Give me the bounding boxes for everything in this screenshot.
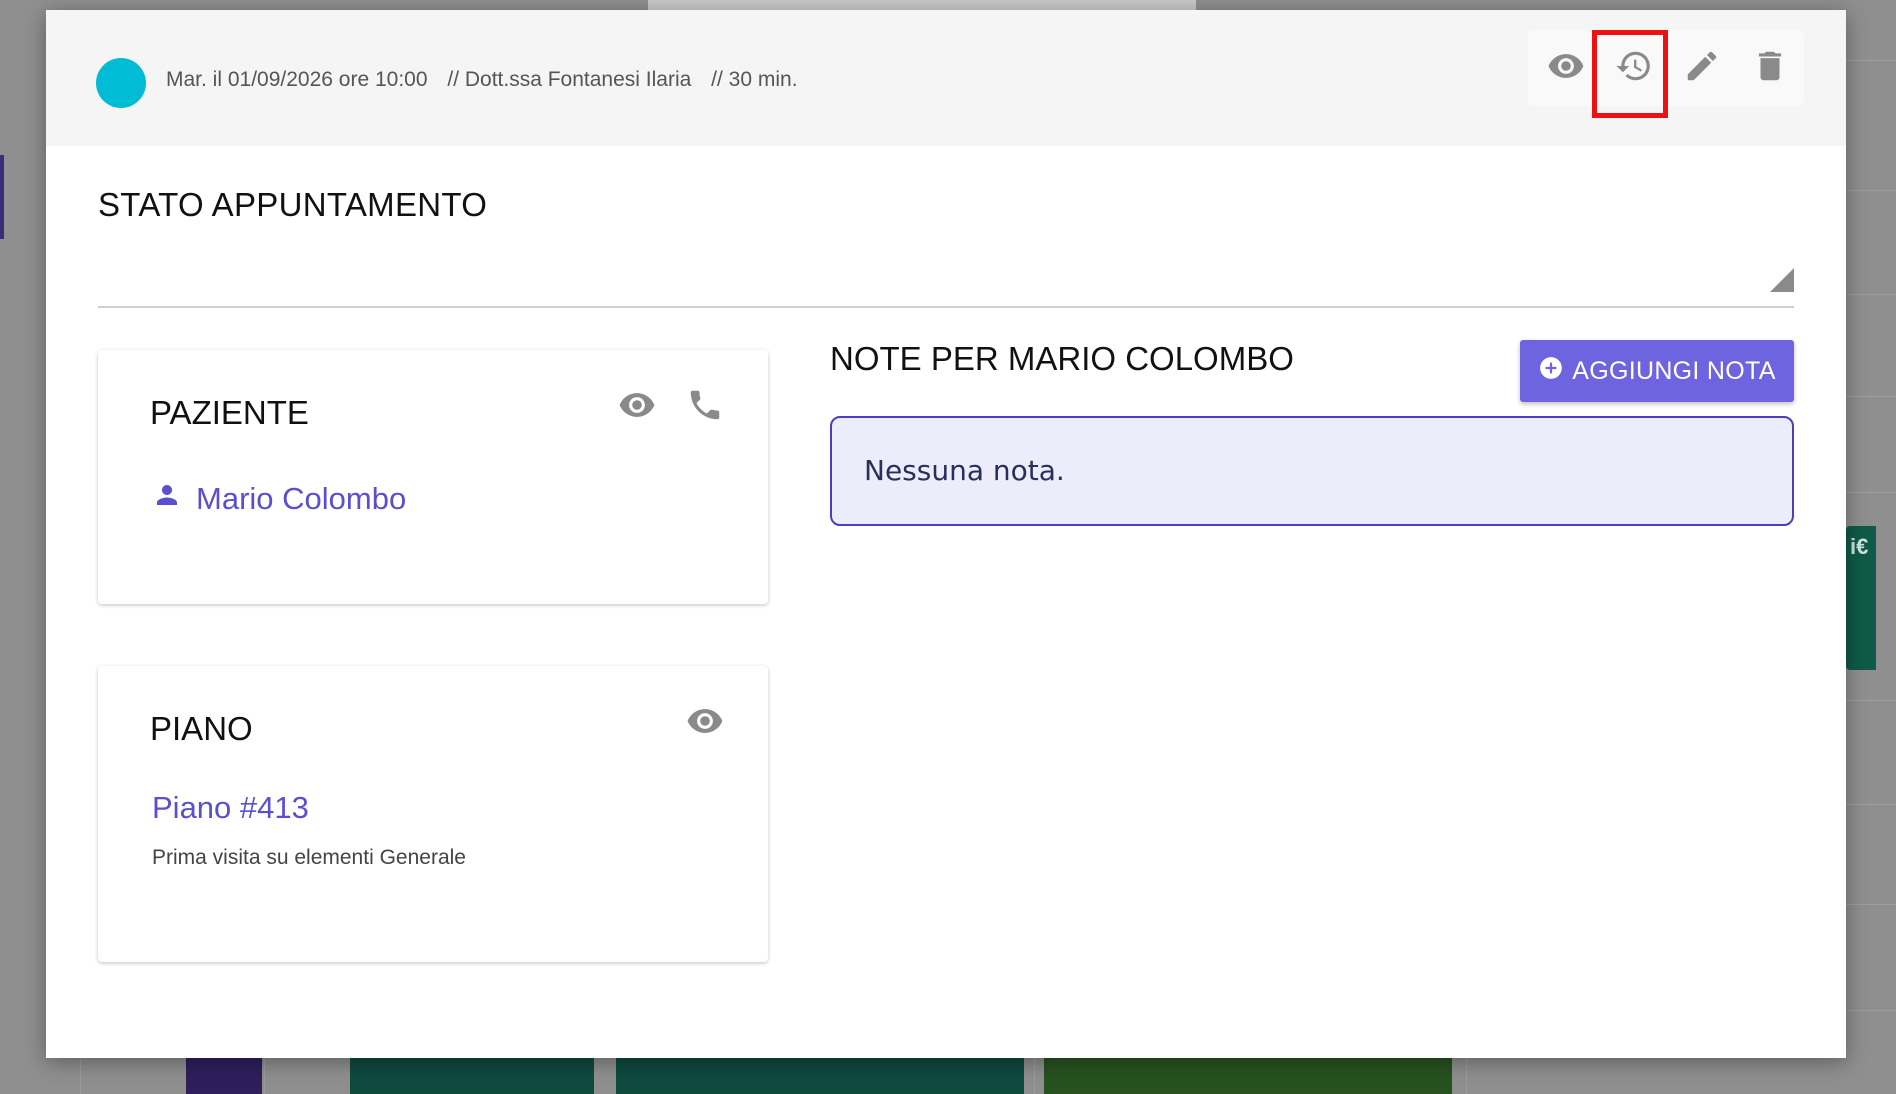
background-gridline <box>1846 904 1896 905</box>
plan-description: Prima visita su elementi Generale <box>152 846 466 869</box>
add-note-button[interactable]: AGGIUNGI NOTA <box>1520 340 1794 402</box>
background-gridline <box>1846 294 1896 295</box>
state-title: STATO APPUNTAMENTO <box>98 186 488 223</box>
appointment-doctor: // Dott.ssa Fontanesi Ilaria <box>447 68 692 91</box>
background-event-badge: i€ <box>1850 534 1869 559</box>
resize-handle-icon[interactable] <box>1770 268 1794 292</box>
delete-button[interactable] <box>1740 38 1800 98</box>
background-gridline <box>1846 190 1896 191</box>
plan-view-button[interactable] <box>686 702 724 745</box>
background-event <box>616 1058 1024 1094</box>
patient-card: PAZIENTE Mario Colombo <box>98 350 768 604</box>
background-gridline <box>1846 60 1896 61</box>
plan-card-title: PIANO <box>150 710 253 747</box>
appointment-date: Mar. il 01/09/2026 ore 10:00 <box>166 68 428 91</box>
plan-card: PIANO Piano #413 Prima visita su element… <box>98 666 768 962</box>
pencil-icon <box>1683 47 1721 90</box>
notes-title: NOTE PER MARIO COLOMBO <box>830 340 1294 377</box>
phone-icon <box>686 390 724 428</box>
history-icon <box>1615 47 1653 90</box>
patient-call-button[interactable] <box>686 386 724 429</box>
header-toolbar <box>1528 30 1804 106</box>
background-calendar-tab <box>648 0 1196 10</box>
eye-icon <box>618 393 656 428</box>
background-gridline <box>1846 396 1896 397</box>
plan-link[interactable]: Piano #413 <box>152 790 309 826</box>
patient-view-button[interactable] <box>618 386 656 429</box>
background-gridline <box>1846 804 1896 805</box>
state-textarea[interactable] <box>98 250 1794 308</box>
appointment-dialog: Mar. il 01/09/2026 ore 10:00 // Dott.ssa… <box>46 10 1846 1058</box>
background-event <box>1044 1058 1452 1094</box>
person-icon <box>152 480 196 518</box>
eye-icon <box>686 709 724 744</box>
history-button[interactable] <box>1604 38 1664 98</box>
plus-circle-icon <box>1538 355 1572 388</box>
appointment-summary: Mar. il 01/09/2026 ore 10:00 // Dott.ssa… <box>166 68 812 92</box>
appointment-duration: // 30 min. <box>711 68 798 91</box>
background-event-card: i€ <box>1846 526 1876 670</box>
trash-icon <box>1751 47 1789 90</box>
background-gridline <box>1846 492 1896 493</box>
patient-name-link[interactable]: Mario Colombo <box>152 480 406 518</box>
add-note-label: AGGIUNGI NOTA <box>1572 356 1776 385</box>
notes-empty-box: Nessuna nota. <box>830 416 1794 526</box>
status-dot <box>96 58 146 108</box>
patient-name: Mario Colombo <box>196 481 407 516</box>
background-event <box>186 1058 262 1094</box>
background-gridline <box>1846 1010 1896 1011</box>
edit-button[interactable] <box>1672 38 1732 98</box>
view-button[interactable] <box>1536 38 1596 98</box>
background-event <box>350 1058 594 1094</box>
patient-card-title: PAZIENTE <box>150 394 309 431</box>
dialog-header: Mar. il 01/09/2026 ore 10:00 // Dott.ssa… <box>46 10 1846 146</box>
eye-icon <box>1547 47 1585 90</box>
background-gridline <box>1846 700 1896 701</box>
background-sidebar-accent <box>0 155 4 239</box>
notes-empty-text: Nessuna nota. <box>864 454 1065 487</box>
